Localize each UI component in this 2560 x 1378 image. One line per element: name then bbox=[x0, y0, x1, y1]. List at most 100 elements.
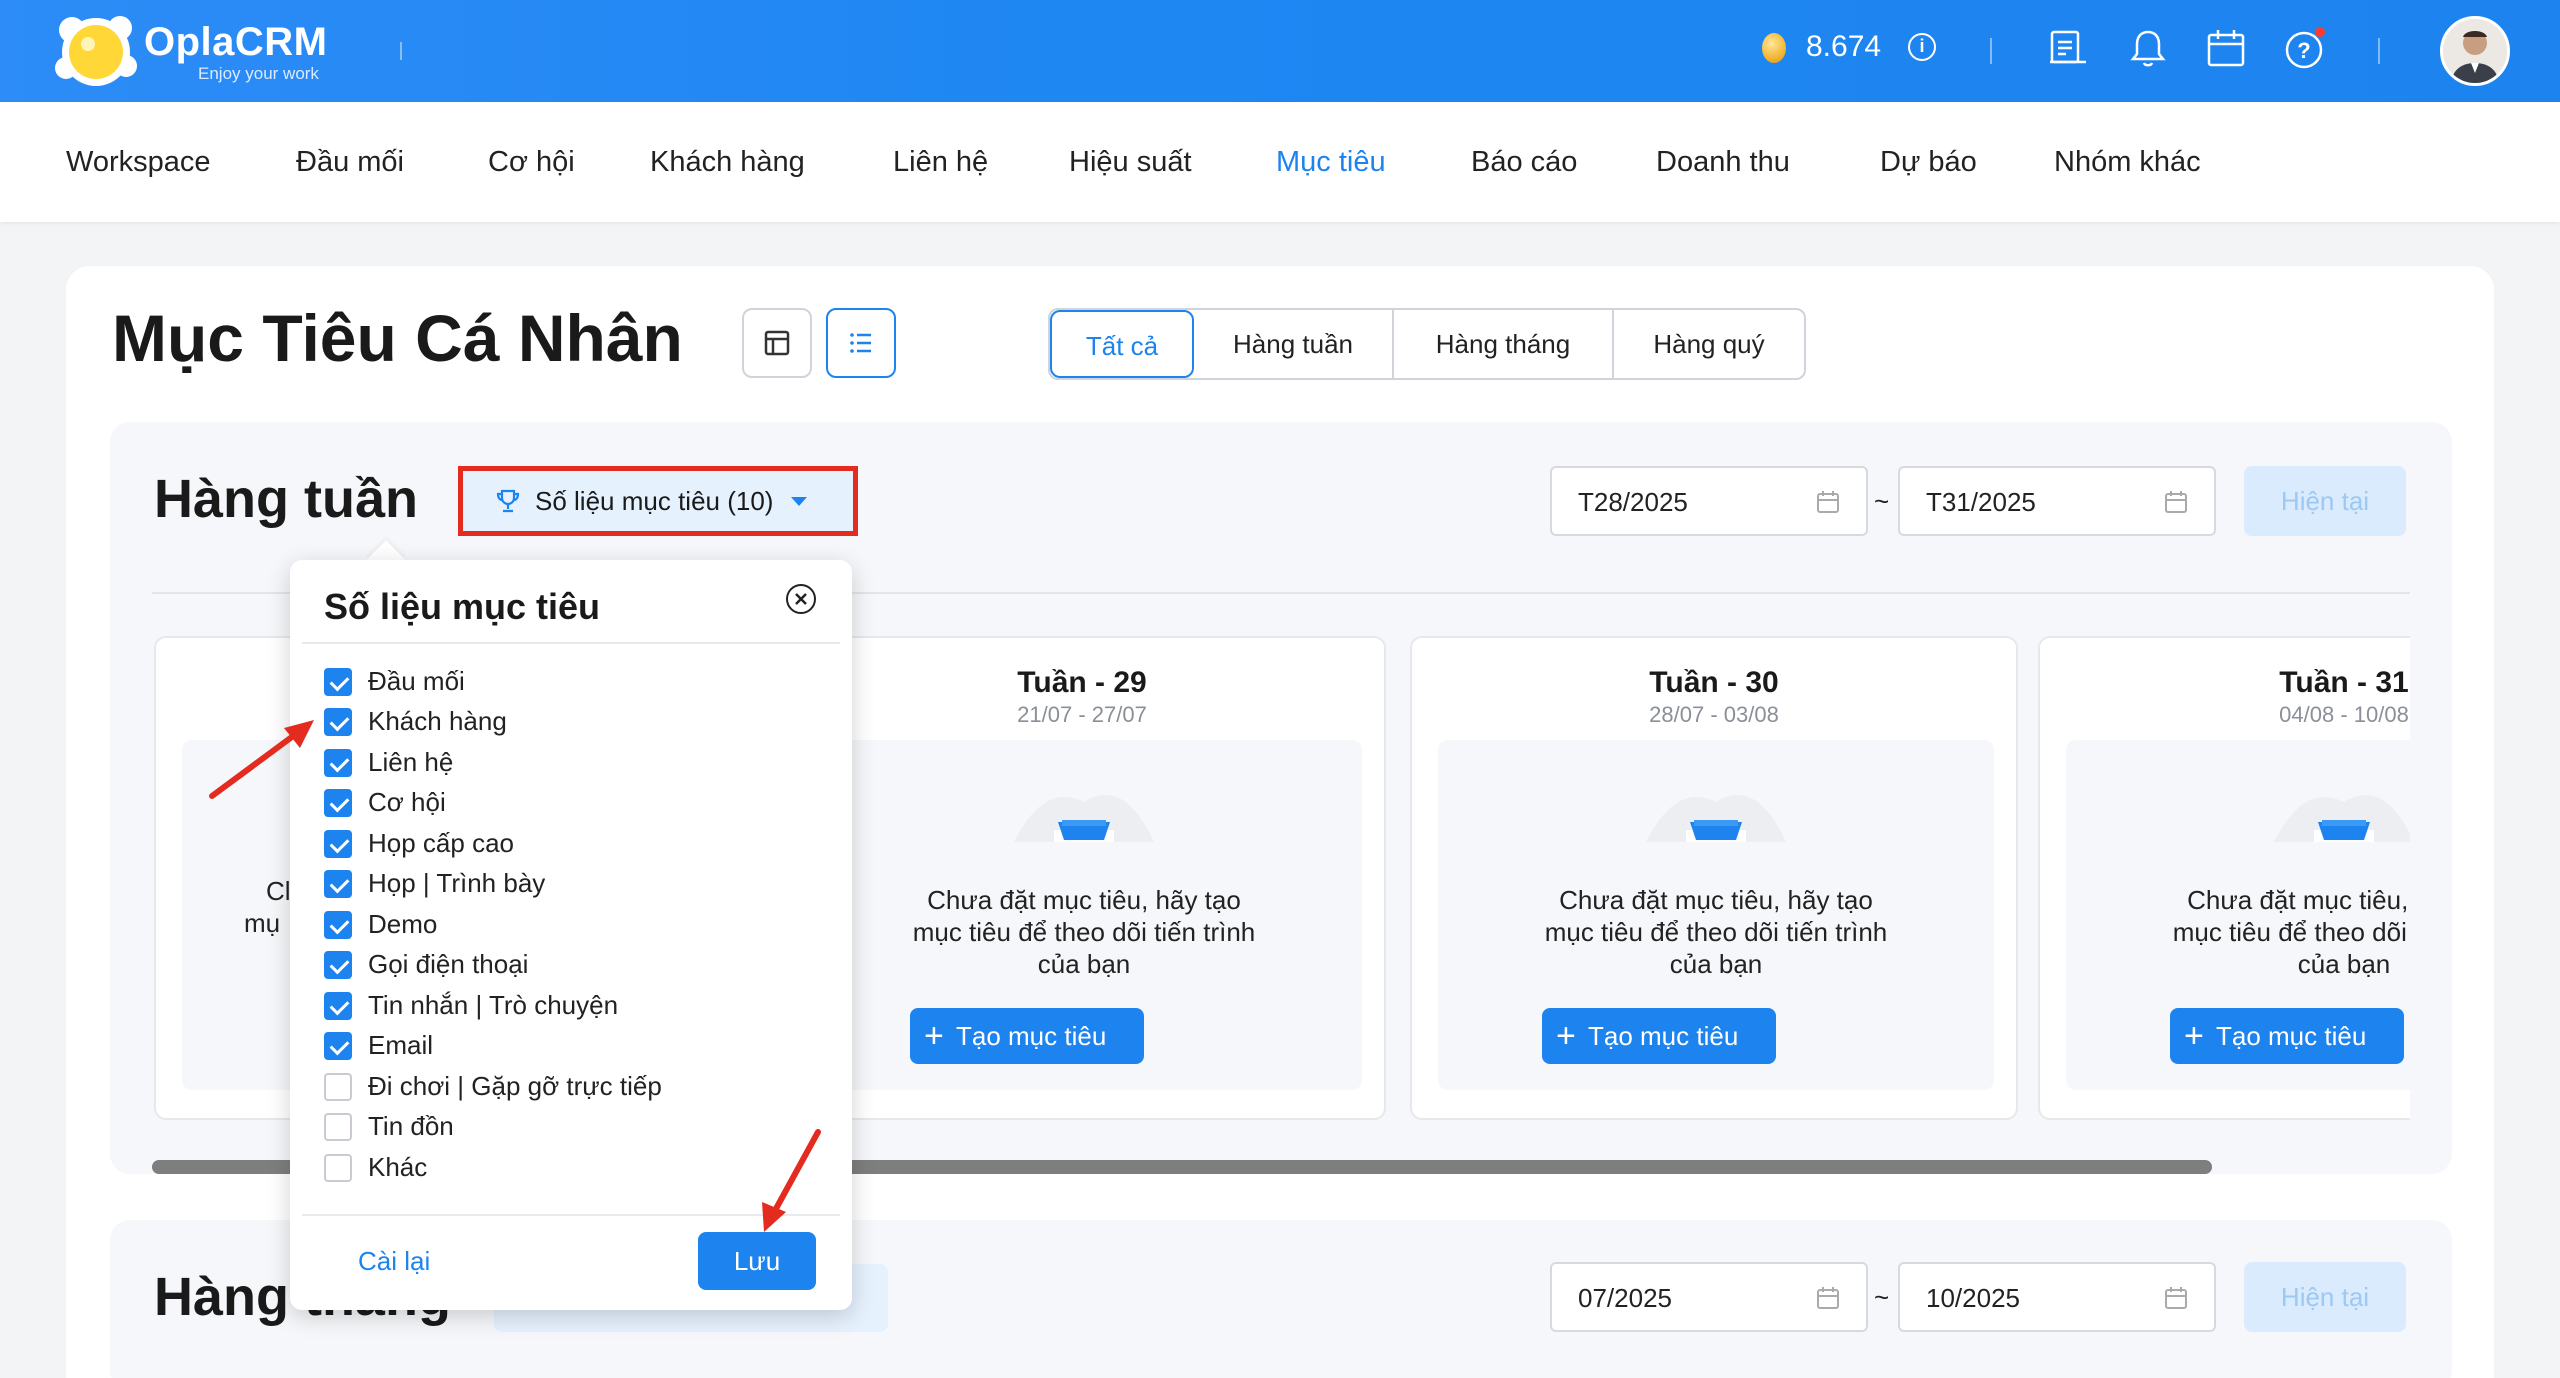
empty-state-text: mụ bbox=[244, 908, 281, 938]
nav-item-performance[interactable]: Hiệu suất bbox=[1069, 146, 1192, 179]
empty-state: Chưa đặt mục tiêu, hãy tạo mục tiêu để t… bbox=[1438, 740, 1994, 1090]
metric-option[interactable]: Liên hệ bbox=[324, 747, 453, 778]
create-goal-button[interactable]: + Tạo mục tiêu bbox=[1542, 1008, 1776, 1064]
empty-box-icon bbox=[2274, 795, 2410, 842]
nav-item-opportunities[interactable]: Cơ hội bbox=[488, 146, 575, 179]
plus-icon: + bbox=[924, 1017, 944, 1055]
empty-line: Chưa đặt mục tiêu, hãy tạo bbox=[2187, 885, 2410, 915]
month-from-field[interactable]: 07/2025 bbox=[1550, 1262, 1868, 1332]
checkbox[interactable] bbox=[324, 910, 352, 939]
metric-option[interactable]: Họp | Trình bày bbox=[324, 868, 545, 899]
trophy-icon bbox=[496, 489, 520, 513]
caret-down-icon bbox=[791, 497, 808, 506]
empty-line: Chưa đặt mục tiêu, hãy tạo bbox=[927, 885, 1241, 915]
week-title: Tuần - 29 bbox=[1017, 666, 1147, 699]
nav-item-customers[interactable]: Khách hàng bbox=[650, 146, 805, 179]
create-goal-button[interactable]: + Tạo mục tiêu bbox=[2170, 1008, 2404, 1064]
week-to-field[interactable]: T31/2025 bbox=[1898, 466, 2216, 536]
empty-state: Chưa đặt mục tiêu, hãy tạo mục tiêu để t… bbox=[2066, 740, 2410, 1090]
metric-option[interactable]: Email bbox=[324, 1030, 433, 1061]
metric-option[interactable]: Gọi điện thoại bbox=[324, 949, 528, 980]
metric-option[interactable]: Tin đồn bbox=[324, 1111, 454, 1142]
annotation-arrow-icon bbox=[762, 1129, 821, 1232]
checkbox[interactable] bbox=[324, 1112, 352, 1141]
page-title: Mục Tiêu Cá Nhân bbox=[112, 301, 683, 375]
list-icon bbox=[850, 333, 871, 353]
top-bar: OplaCRM Enjoy your work 8.674 i ? bbox=[0, 0, 2560, 102]
list-view-button[interactable] bbox=[826, 308, 896, 378]
checkbox[interactable] bbox=[324, 869, 352, 898]
metric-label: Họp cấp cao bbox=[368, 828, 514, 858]
checkbox[interactable] bbox=[324, 667, 352, 696]
create-goal-label: Tạo mục tiêu bbox=[2216, 1021, 2367, 1051]
tab-weekly[interactable]: Hàng tuần bbox=[1194, 310, 1394, 378]
month-to-field[interactable]: 10/2025 bbox=[1898, 1262, 2216, 1332]
checkbox[interactable] bbox=[324, 1153, 352, 1182]
metric-label: Tin nhắn | Trò chuyện bbox=[368, 990, 619, 1020]
user-avatar-icon bbox=[2443, 19, 2507, 83]
week-card: Tuần - 30 28/07 - 03/08 Chưa đặt mục tiê… bbox=[1410, 636, 2018, 1120]
nav-item-goals[interactable]: Mục tiêu bbox=[1276, 146, 1386, 179]
current-week-button[interactable]: Hiện tại bbox=[2244, 466, 2406, 536]
metric-option[interactable]: Khác bbox=[324, 1152, 427, 1183]
board-view-button[interactable] bbox=[742, 308, 812, 378]
nav-item-revenue[interactable]: Doanh thu bbox=[1656, 146, 1790, 179]
metric-option[interactable]: Cơ hội bbox=[324, 787, 446, 818]
checkbox[interactable] bbox=[324, 950, 352, 979]
metric-label: Họp | Trình bày bbox=[368, 868, 546, 898]
week-from-field[interactable]: T28/2025 bbox=[1550, 466, 1868, 536]
empty-line: mục tiêu để theo dõi tiến trình bbox=[912, 917, 1256, 947]
coin-balance: 8.674 bbox=[1806, 30, 1882, 63]
avatar[interactable] bbox=[2440, 16, 2510, 86]
metric-option[interactable]: Demo bbox=[324, 909, 437, 940]
help-icon[interactable]: ? bbox=[2282, 26, 2326, 70]
metric-option[interactable]: Khách hàng bbox=[324, 706, 507, 737]
close-icon[interactable] bbox=[786, 584, 816, 614]
divider bbox=[302, 642, 840, 644]
checkbox[interactable] bbox=[324, 991, 352, 1020]
metric-option[interactable]: Tin nhắn | Trò chuyện bbox=[324, 990, 618, 1021]
calendar-icon bbox=[1817, 1287, 1839, 1309]
create-goal-label: Tạo mục tiêu bbox=[956, 1021, 1107, 1051]
info-icon[interactable]: i bbox=[1908, 33, 1936, 61]
metric-option[interactable]: Họp cấp cao bbox=[324, 828, 514, 859]
nav-item-leads[interactable]: Đầu mối bbox=[296, 146, 404, 179]
tab-monthly[interactable]: Hàng tháng bbox=[1394, 310, 1614, 378]
checkbox[interactable] bbox=[324, 829, 352, 858]
nav-item-other[interactable]: Nhóm khác bbox=[2054, 146, 2201, 179]
tab-quarterly[interactable]: Hàng quý bbox=[1614, 310, 1804, 378]
tab-all[interactable]: Tất cả bbox=[1050, 310, 1194, 378]
divider bbox=[1990, 38, 1992, 64]
period-tabs: Tất cả Hàng tuần Hàng tháng Hàng quý bbox=[1048, 308, 1806, 380]
svg-text:?: ? bbox=[2297, 38, 2310, 63]
calendar-icon bbox=[2165, 491, 2187, 513]
plus-icon: + bbox=[1556, 1017, 1576, 1055]
month-from-value: 07/2025 bbox=[1578, 1283, 1672, 1313]
empty-line: của bạn bbox=[1037, 949, 1131, 979]
create-goal-button[interactable]: + Tạo mục tiêu bbox=[910, 1008, 1144, 1064]
checkbox[interactable] bbox=[324, 1072, 352, 1101]
report-icon[interactable] bbox=[2046, 26, 2090, 70]
nav-item-reports[interactable]: Báo cáo bbox=[1471, 146, 1577, 179]
empty-state-text: Chưa đặt mục tiêu, hãy tạo mục tiêu để t… bbox=[1458, 884, 1974, 980]
range-separator: ~ bbox=[1874, 486, 1890, 516]
empty-box-icon bbox=[1014, 795, 1154, 842]
current-month-button[interactable]: Hiện tại bbox=[2244, 1262, 2406, 1332]
metric-label: Demo bbox=[368, 909, 438, 939]
nav-item-forecast[interactable]: Dự báo bbox=[1880, 146, 1977, 179]
calendar-icon[interactable] bbox=[2204, 26, 2248, 70]
plus-icon: + bbox=[2184, 1017, 2204, 1055]
checkbox[interactable] bbox=[324, 1031, 352, 1060]
calendar-icon bbox=[1817, 491, 1839, 513]
metric-option[interactable]: Đầu mối bbox=[324, 666, 465, 697]
nav-item-contacts[interactable]: Liên hệ bbox=[893, 146, 988, 179]
nav-item-workspace[interactable]: Workspace bbox=[66, 146, 211, 179]
metric-option[interactable]: Đi chơi | Gặp gỡ trực tiếp bbox=[324, 1071, 662, 1102]
week-title: Tuần - 31 bbox=[2279, 666, 2409, 699]
goal-metrics-label: Số liệu mục tiêu (10) bbox=[535, 485, 774, 516]
week-date-range: 21/07 - 27/07 bbox=[1017, 702, 1147, 727]
bell-icon[interactable] bbox=[2126, 26, 2170, 70]
goal-metrics-button[interactable]: Số liệu mục tiêu (10) bbox=[458, 466, 858, 536]
reset-button[interactable]: Cài lại bbox=[358, 1246, 430, 1277]
metric-label: Khách hàng bbox=[368, 706, 507, 736]
